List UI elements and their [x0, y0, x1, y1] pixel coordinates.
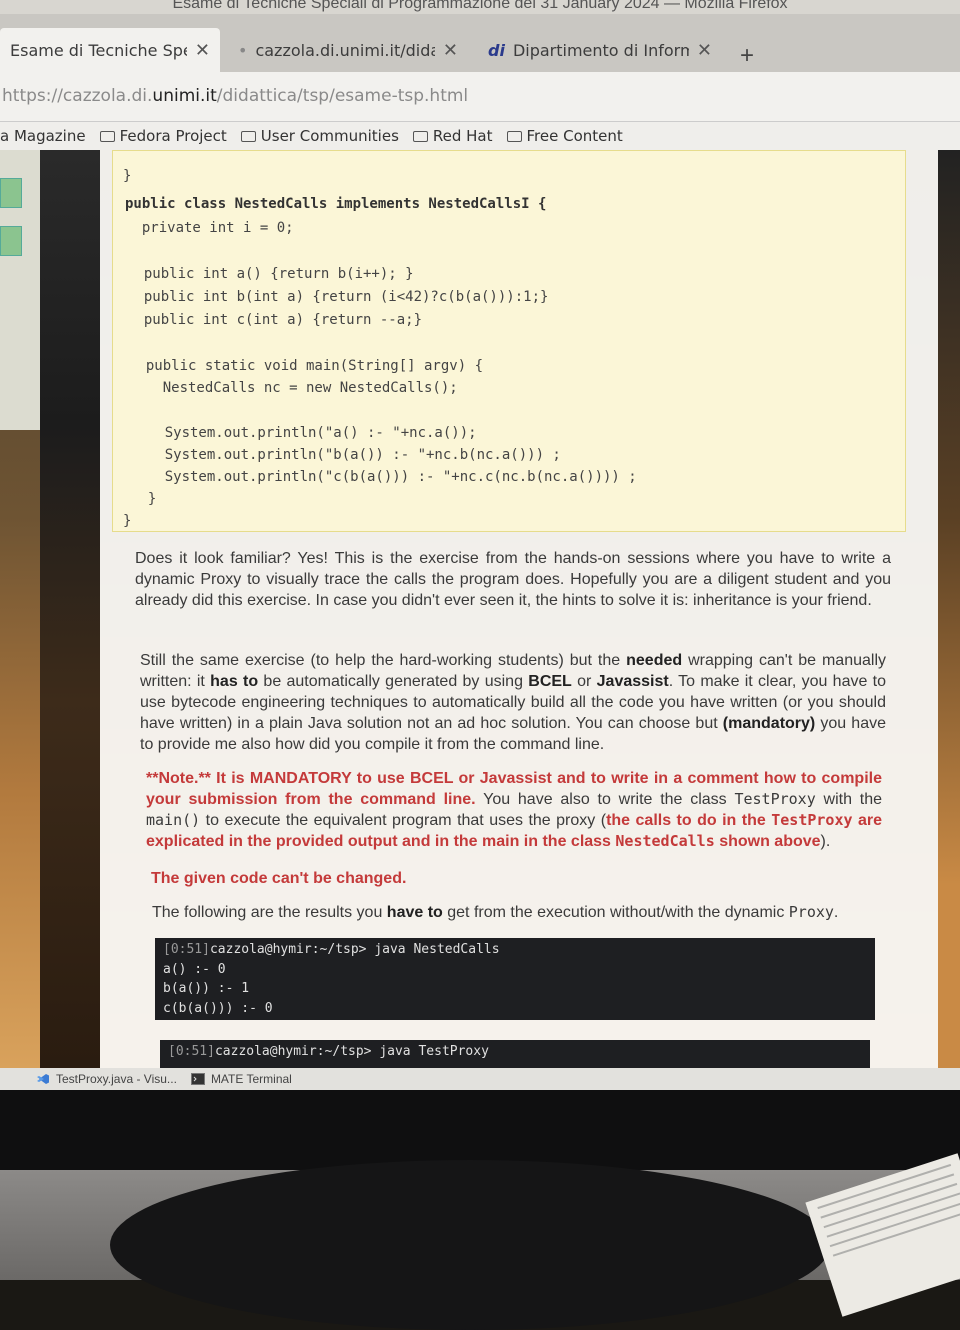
page-viewport[interactable]: } public class NestedCalls implements Ne…: [0, 150, 960, 1068]
close-icon[interactable]: ✕: [443, 40, 458, 61]
sidebar-marker: [0, 178, 22, 208]
vscode-icon: [37, 1074, 49, 1084]
code-line: NestedCalls nc = new NestedCalls();: [129, 380, 458, 396]
taskbar: TestProxy.java - Visu... MATE Terminal: [0, 1068, 960, 1090]
code-listing: } public class NestedCalls implements Ne…: [113, 151, 637, 529]
code-line: }: [131, 491, 157, 507]
paragraph-no-change: The given code can't be changed.: [151, 870, 407, 887]
monitor-bezel: [0, 1090, 960, 1170]
bookmark-label: Red Hat: [432, 127, 493, 145]
folder-icon: [506, 130, 522, 142]
url-bar[interactable]: https://cazzola.di.unimi.it/didattica/ts…: [0, 72, 960, 122]
monitor-stand: [110, 1160, 830, 1330]
code-line: System.out.println("b(a()) :- "+nc.b(nc.…: [131, 447, 561, 463]
background-left: [40, 150, 100, 1068]
bookmark-magazine[interactable]: a Magazine: [0, 127, 86, 145]
terminal-prompt-line: [0:51]cazzola@hymir:~/tsp> java NestedCa…: [163, 942, 500, 957]
bookmark-label: Free Content: [526, 127, 623, 145]
terminal-line: b(a()) :- 1: [163, 981, 250, 996]
close-icon[interactable]: ✕: [195, 40, 210, 61]
paragraph-requirements: Still the same exercise (to help the har…: [140, 652, 886, 753]
paragraph-results: The following are the results you have t…: [152, 903, 839, 921]
folder-icon: [99, 130, 115, 142]
bookmark-label: Fedora Project: [119, 127, 227, 145]
folder-icon: [240, 130, 256, 142]
terminal-line: c(b(a())) :- 0: [163, 1000, 273, 1016]
url-domain: unimi.it: [152, 86, 217, 106]
bookmark-redhat[interactable]: Red Hat: [412, 127, 493, 145]
terminal-prompt-line: [0:51]cazzola@hymir:~/tsp> java TestProx…: [168, 1044, 489, 1059]
code-block: } public class NestedCalls implements Ne…: [112, 150, 906, 532]
code-line: }: [123, 513, 132, 529]
code-line: System.out.println("c(b(a())) :- "+nc.c(…: [131, 469, 637, 485]
tab-exam[interactable]: Esame di Tecniche Special ✕: [0, 28, 220, 72]
terminal-line: a() :- 0: [163, 961, 226, 977]
paragraph-intro: Does it look familiar? Yes! This is the …: [135, 550, 891, 609]
taskbar-vscode[interactable]: TestProxy.java - Visu...: [0, 1072, 177, 1086]
tab-label: cazzola.di.unimi.it/didattic: [255, 40, 434, 60]
tab-label: Dipartimento di Informati: [512, 40, 689, 60]
url-path: /didattica/tsp/esame-tsp.html: [216, 86, 469, 106]
main-content: } public class NestedCalls implements Ne…: [100, 150, 938, 1068]
terminal-output-nestedcalls: [0:51]cazzola@hymir:~/tsp> java NestedCa…: [155, 938, 875, 1020]
bookmark-fedora[interactable]: Fedora Project: [99, 127, 227, 145]
di-logo-icon: di: [488, 40, 505, 60]
terminal-output-testproxy: [0:51]cazzola@hymir:~/tsp> java TestProx…: [160, 1040, 870, 1068]
code-line: public static void main(String[] argv) {: [129, 358, 484, 374]
new-tab-button[interactable]: +: [740, 42, 754, 70]
dot-icon: •: [238, 40, 248, 60]
left-sidebar: [0, 150, 41, 430]
bookmark-label: a Magazine: [0, 127, 86, 145]
taskbar-terminal[interactable]: MATE Terminal: [190, 1072, 292, 1086]
window-title: Esame di Tecniche Speciali di Programmaz…: [0, 0, 960, 14]
tab-cazzola[interactable]: • cazzola.di.unimi.it/didattic ✕: [228, 28, 468, 72]
folder-icon: [412, 130, 428, 142]
bookmarks-bar: a Magazine Fedora Project User Communiti…: [0, 122, 960, 150]
taskbar-label: MATE Terminal: [210, 1072, 292, 1086]
terminal-icon: [190, 1073, 205, 1085]
tab-bar: Esame di Tecniche Special ✕ • cazzola.di…: [0, 14, 960, 72]
bookmark-free-content[interactable]: Free Content: [506, 127, 623, 145]
close-icon[interactable]: ✕: [697, 40, 712, 61]
code-line: public class NestedCalls implements Nest…: [125, 196, 547, 212]
code-line: System.out.println("a() :- "+nc.a());: [131, 425, 477, 441]
code-line: public int a() {return b(i++); }: [127, 266, 414, 282]
paragraph-note: **Note.** It is MANDATORY to use BCEL or…: [146, 770, 883, 850]
code-line: }: [123, 168, 132, 184]
taskbar-label: TestProxy.java - Visu...: [56, 1072, 177, 1086]
code-line: public int c(int a) {return --a;}: [127, 312, 423, 328]
tab-label: Esame di Tecniche Special: [10, 40, 187, 60]
code-line: private int i = 0;: [125, 220, 294, 236]
bookmark-label: User Communities: [260, 127, 399, 145]
url-text[interactable]: https://cazzola.di.unimi.it/didattica/ts…: [2, 86, 468, 106]
bookmark-communities[interactable]: User Communities: [240, 127, 399, 145]
sidebar-marker: [0, 226, 22, 256]
tab-dipartimento[interactable]: di Dipartimento di Informati ✕: [478, 28, 722, 72]
url-prefix: https://cazzola.di.: [2, 86, 153, 106]
background-right: [938, 150, 960, 1068]
code-line: public int b(int a) {return (i<42)?c(b(a…: [127, 289, 549, 305]
